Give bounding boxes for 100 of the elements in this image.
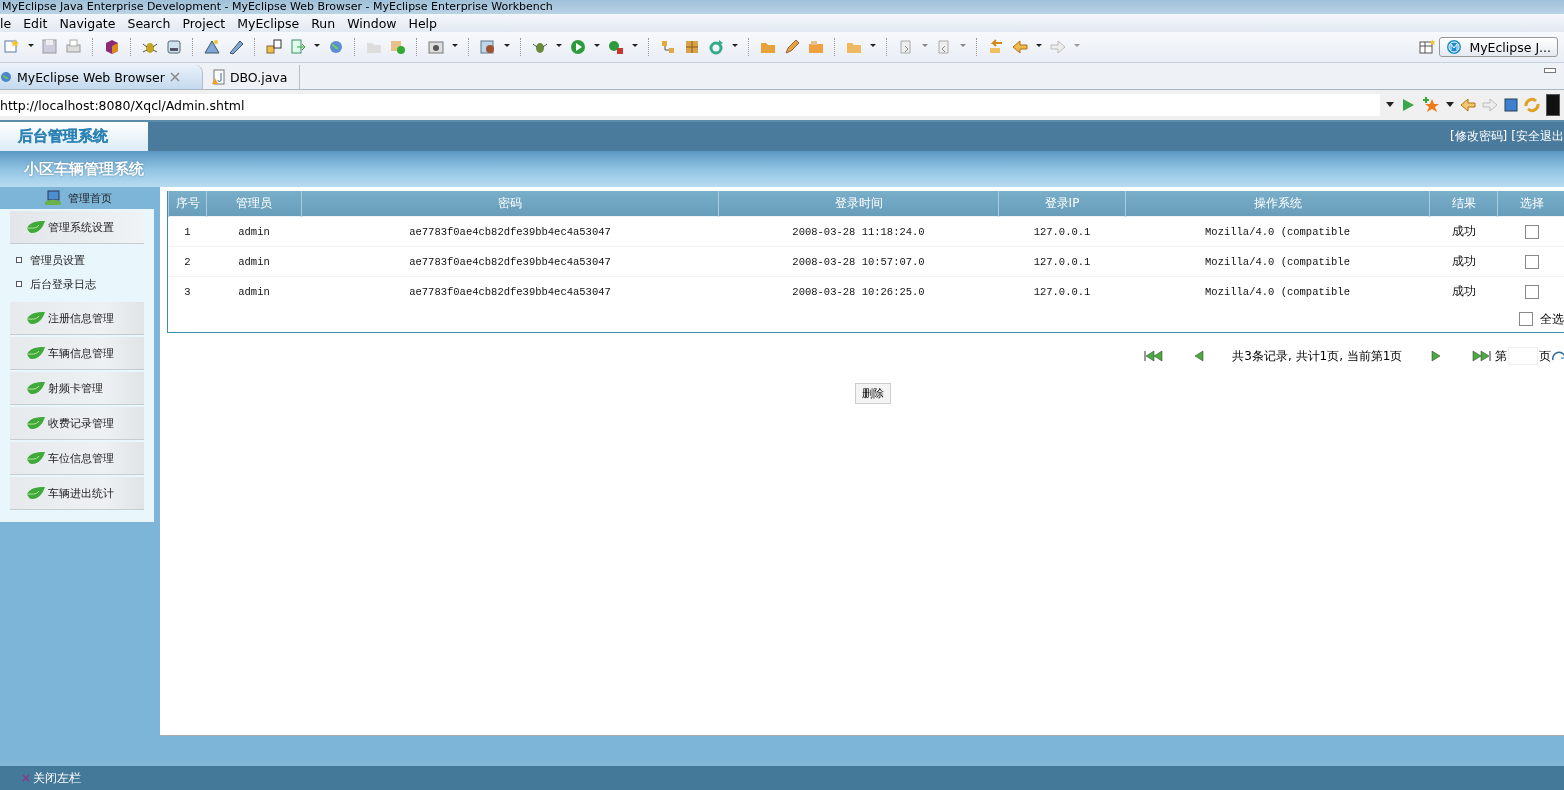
table-cell: 成功 [1429, 276, 1498, 306]
page-label: 页 [1538, 347, 1551, 365]
menu-item[interactable]: Help [402, 15, 443, 31]
home-link[interactable]: 管理首页 [0, 187, 155, 209]
back-arrow-icon[interactable] [1011, 38, 1029, 56]
menu-item[interactable]: Edit [17, 15, 54, 31]
print-icon[interactable] [65, 38, 83, 56]
address-field[interactable]: http://localhost:8080/Xqcl/Admin.shtml [0, 94, 1380, 116]
table-cell: 2008-03-28 10:26:25.0 [718, 276, 999, 306]
table-cell: 1 [168, 216, 207, 247]
menu-item[interactable]: Run [305, 15, 342, 31]
table-cell: Mozilla/4.0 (compatible [1125, 246, 1430, 277]
page-label: 第 [1494, 347, 1507, 365]
header-link[interactable]: [安全退出 [1511, 128, 1564, 145]
leaf-icon [26, 346, 46, 360]
sidebar-menu-item[interactable]: 车辆进出统计 [10, 477, 144, 510]
leaf-icon [26, 486, 46, 500]
site-logo: 后台管理系统 [0, 122, 148, 151]
table-cell: admin [206, 276, 302, 306]
checkbox[interactable] [1524, 224, 1539, 239]
open-perspective-icon[interactable] [1418, 38, 1437, 56]
editor-tab[interactable]: MyEclipse Web Browser [0, 65, 203, 89]
column-header: 管理员 [206, 191, 302, 217]
editor-tab[interactable]: DBO.java [202, 65, 301, 89]
select-all-label: 全选 [1539, 310, 1564, 328]
menu-item[interactable]: Search [121, 15, 177, 31]
column-header: 序号 [168, 191, 207, 217]
menu-item[interactable]: MyEclipse [231, 15, 306, 31]
sidebar-submenu-item[interactable]: 后台登录日志 [2, 272, 102, 296]
close-icon[interactable] [169, 72, 180, 82]
system-title: 小区车辆管理系统 [0, 151, 1564, 187]
refresh-icon[interactable] [707, 38, 725, 56]
globe-icon[interactable] [327, 38, 345, 56]
header-link[interactable]: [修改密码] [1449, 128, 1508, 145]
pen-icon[interactable] [783, 38, 801, 56]
column-header: 结果 [1429, 191, 1498, 217]
table-cell: admin [206, 246, 302, 277]
checkbox[interactable] [1524, 284, 1539, 299]
column-header: 操作系统 [1125, 191, 1430, 217]
window-preview [1546, 94, 1560, 116]
sidebar-menu-item[interactable]: 收费记录管理 [10, 407, 144, 440]
leaf-icon [26, 416, 46, 430]
table-cell: ae7783f0ae4cb82dfe39bb4ec4a53047 [301, 246, 719, 277]
table-cell: 2008-03-28 11:18:24.0 [718, 216, 999, 247]
sidebar-menu-item[interactable]: 车位信息管理 [10, 442, 144, 475]
close-sidebar-link[interactable]: 关闭左栏 [22, 769, 81, 787]
leaf-icon [26, 381, 46, 395]
menu-item[interactable]: le [0, 15, 18, 31]
leaf-icon [26, 451, 46, 465]
package-icon[interactable] [683, 38, 701, 56]
table-cell: 2008-03-28 10:57:07.0 [718, 246, 999, 277]
table-cell: Mozilla/4.0 (compatible [1125, 276, 1430, 306]
stop-icon[interactable] [1504, 98, 1518, 112]
go-page-icon[interactable] [1550, 350, 1564, 362]
table-cell: 3 [168, 276, 207, 306]
first-page-icon[interactable] [1144, 350, 1165, 362]
table-cell: ae7783f0ae4cb82dfe39bb4ec4a53047 [301, 276, 719, 306]
back-arrow-icon[interactable] [1460, 98, 1476, 112]
sidebar-menu-item[interactable]: 注册信息管理 [10, 302, 144, 335]
new-file-icon[interactable] [3, 38, 21, 56]
delete-button[interactable]: 删除 [855, 383, 891, 404]
table-cell: 成功 [1429, 216, 1498, 247]
column-header: 密码 [301, 191, 719, 217]
sidebar-menu-item[interactable]: 车辆信息管理 [10, 337, 144, 370]
perspective-button[interactable]: MyEclipse J... [1439, 37, 1558, 57]
go-icon[interactable] [1400, 97, 1416, 113]
camera-icon[interactable] [427, 38, 445, 56]
sidebar-submenu-item[interactable]: 管理员设置 [2, 248, 91, 272]
close-icon [22, 774, 30, 782]
menu-item[interactable]: Navigate [53, 15, 122, 31]
checkbox[interactable] [1524, 254, 1539, 269]
dropdown-arrow-icon[interactable] [1386, 102, 1394, 108]
refresh-icon[interactable] [1524, 97, 1540, 113]
column-header: 登录IP [998, 191, 1126, 217]
square-bullet-icon [16, 281, 22, 287]
open-icon[interactable] [389, 38, 407, 56]
sidebar-menu-item[interactable]: 射频卡管理 [10, 372, 144, 405]
table-cell: 成功 [1429, 246, 1498, 277]
table-cell: 127.0.0.1 [998, 276, 1126, 306]
checkbox[interactable] [1518, 312, 1533, 326]
sidebar-menu-item[interactable]: 管理系统设置 [10, 211, 144, 244]
table-cell: 2 [168, 246, 207, 277]
last-page-icon[interactable] [1470, 350, 1491, 362]
menu-item[interactable]: Window [341, 15, 403, 31]
save-icon[interactable] [41, 38, 59, 56]
computer-icon [43, 190, 62, 206]
table-cell: Mozilla/4.0 (compatible [1125, 216, 1430, 247]
bookmark-star-icon[interactable] [1422, 97, 1440, 113]
minimize-icon[interactable] [1544, 68, 1556, 74]
next-page-icon[interactable] [1430, 350, 1441, 362]
menu-item[interactable]: Project [176, 15, 232, 31]
run-icon[interactable] [569, 38, 587, 56]
globe-icon [0, 70, 12, 84]
cube-icon[interactable] [103, 38, 121, 56]
table-cell: 127.0.0.1 [998, 216, 1126, 247]
dropdown-arrow-icon[interactable] [1446, 102, 1454, 108]
table-cell: 127.0.0.1 [998, 246, 1126, 277]
folder-icon[interactable] [807, 38, 825, 56]
table-cell: ae7783f0ae4cb82dfe39bb4ec4a53047 [301, 216, 719, 247]
previous-page-icon[interactable] [1194, 350, 1205, 362]
